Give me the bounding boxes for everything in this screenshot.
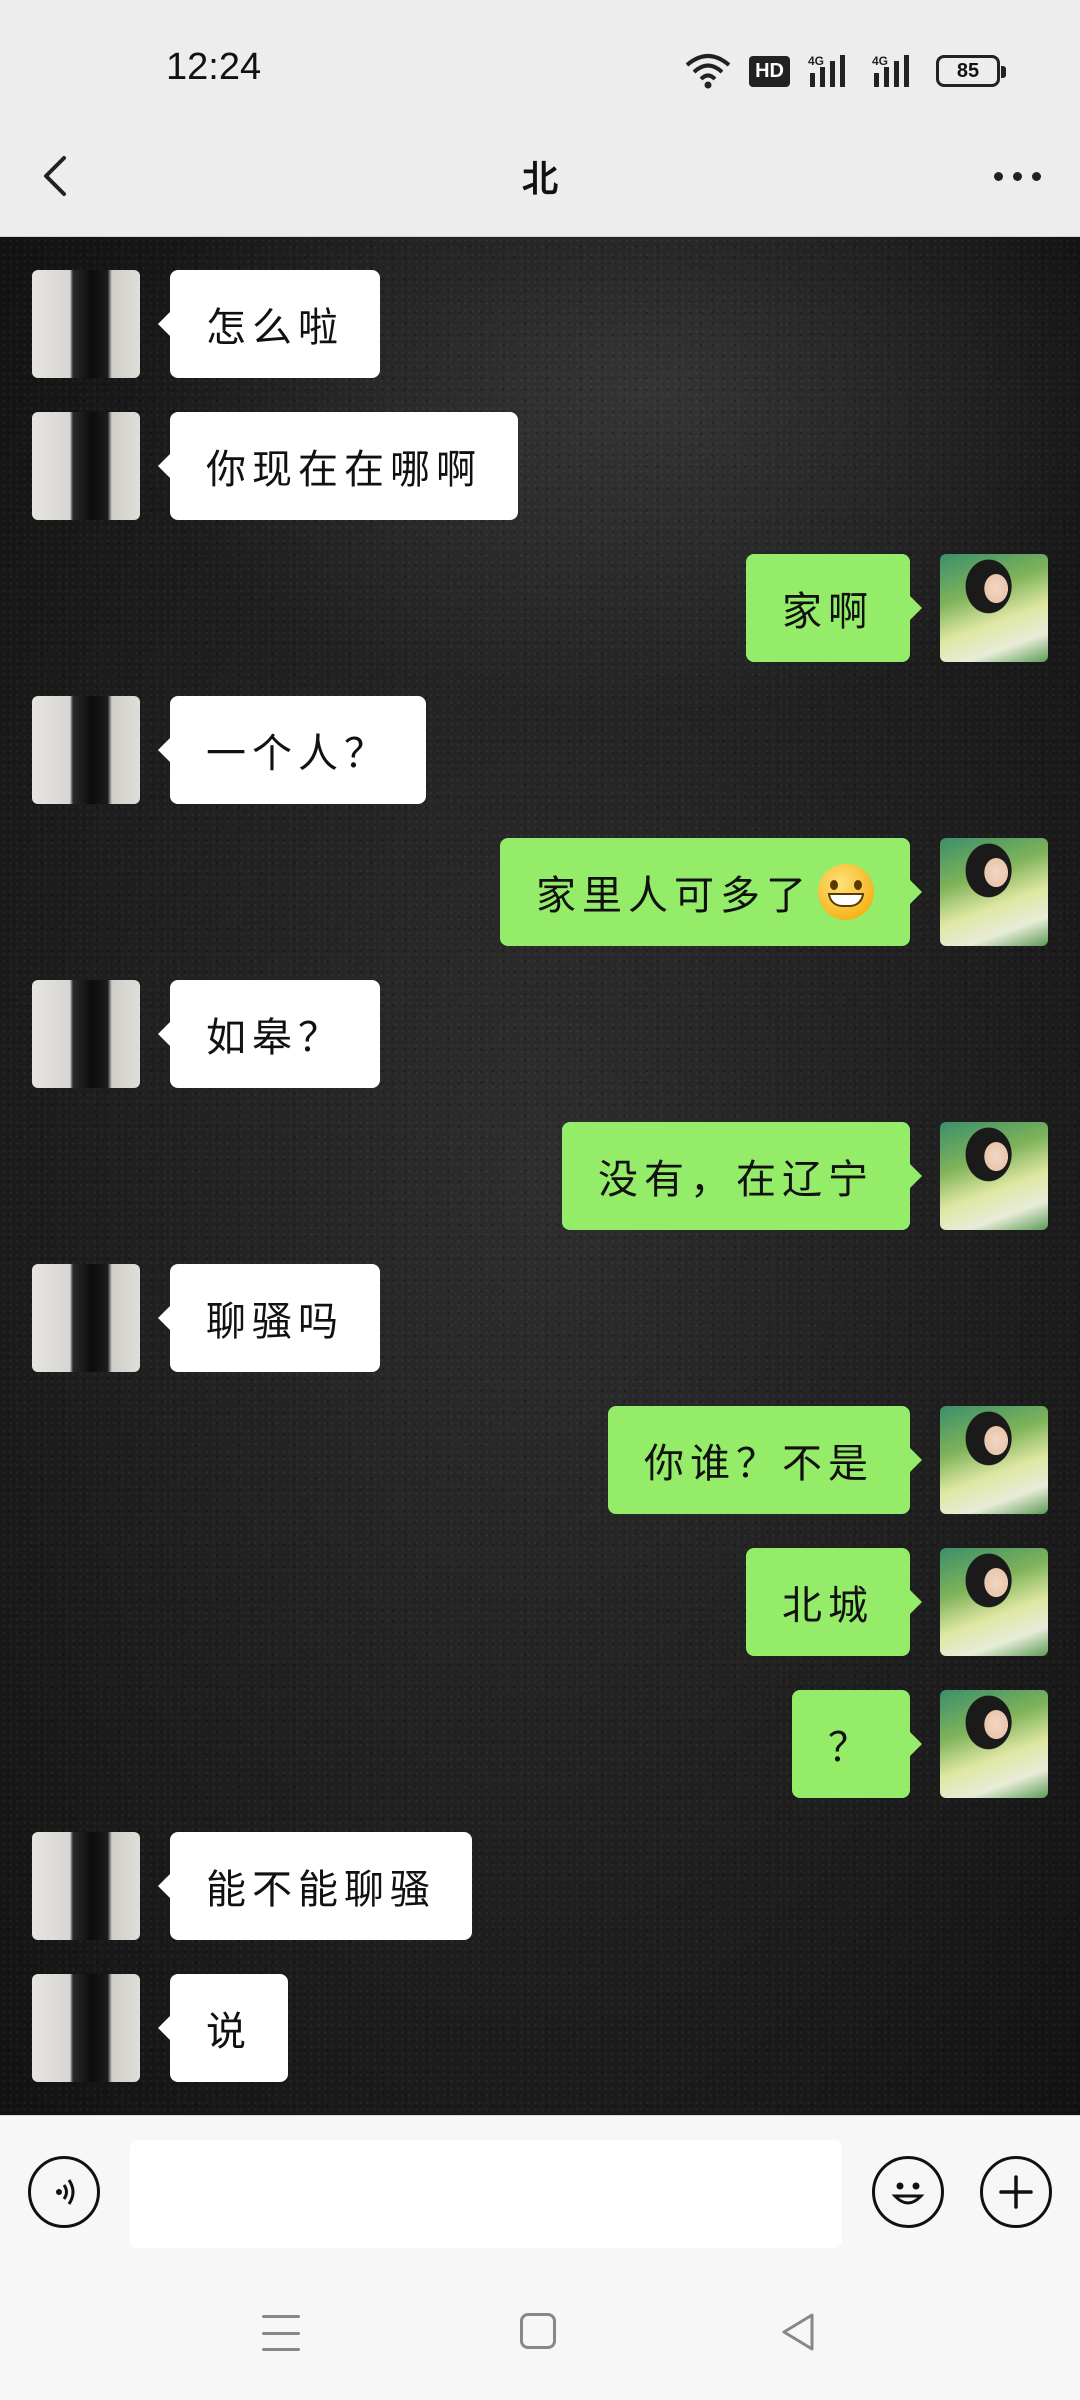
message-input[interactable] [130,2140,842,2248]
plus-icon [999,2175,1033,2209]
message-text: 你谁？不是 [644,1441,874,1487]
voice-button[interactable] [28,2156,100,2228]
received-message-bubble[interactable]: 说 [158,1974,288,2082]
contact-avatar[interactable] [32,1974,140,2082]
battery-indicator: 85 [936,55,1006,87]
message-row: 说 [0,1974,1080,2084]
my-avatar[interactable] [940,554,1048,662]
voice-icon [56,2179,75,2205]
received-message-bubble[interactable]: 你现在在哪啊 [158,412,518,520]
status-bar: 12:24 HD 4G 4G 85 [0,0,1080,140]
chat-title: 北 [521,159,558,200]
plus-button[interactable] [980,2156,1052,2228]
message-text: 家啊 [782,589,874,635]
grinning-face-emoji-icon [818,864,874,920]
message-text: 一个人？ [206,731,390,777]
svg-text:4G: 4G [872,54,888,68]
system-nav-bar [0,2275,1080,2400]
message-row: 怎么啦 [0,270,1080,380]
my-avatar[interactable] [940,1690,1048,1798]
message-row: 北城 [0,1548,1080,1658]
message-text: 你现在在哪啊 [206,447,482,493]
sent-message-bubble[interactable]: 没有，在辽宁 [562,1122,922,1230]
my-avatar[interactable] [940,838,1048,946]
message-row: 家里人可多了 [0,838,1080,948]
message-text: 说 [206,2009,252,2055]
message-text: ？ [828,1725,874,1771]
received-message-bubble[interactable]: 能不能聊骚 [158,1832,472,1940]
message-row: 家啊 [0,554,1080,664]
received-message-bubble[interactable]: 一个人？ [158,696,426,804]
sent-message-bubble[interactable]: 你谁？不是 [608,1406,922,1514]
message-text: 没有，在辽宁 [598,1157,874,1203]
message-text: 北城 [782,1583,874,1629]
svg-text:4G: 4G [808,54,824,68]
my-avatar[interactable] [940,1122,1048,1230]
message-row: 没有，在辽宁 [0,1122,1080,1232]
message-row: 聊骚吗 [0,1264,1080,1374]
sent-message-bubble[interactable]: 家里人可多了 [500,838,922,946]
status-time: 12:24 [166,46,262,88]
input-bar [0,2115,1080,2276]
message-text: 聊骚吗 [206,1299,344,1345]
nav-home-button[interactable] [520,2313,556,2349]
message-row: ？ [0,1690,1080,1800]
received-message-bubble[interactable]: 聊骚吗 [158,1264,380,1372]
contact-avatar[interactable] [32,696,140,804]
contact-avatar[interactable] [32,270,140,378]
wifi-icon [685,53,731,89]
message-row: 如皋？ [0,980,1080,1090]
my-avatar[interactable] [940,1406,1048,1514]
status-icons: HD 4G 4G 85 [685,48,1006,94]
message-text: 家里人可多了 [536,873,812,919]
received-message-bubble[interactable]: 如皋？ [158,980,380,1088]
contact-avatar[interactable] [32,412,140,520]
sent-message-bubble[interactable]: 北城 [746,1548,922,1656]
smile-icon [891,2182,925,2205]
more-options-button[interactable] [982,146,1052,206]
signal-4g-icon: 4G [808,53,854,89]
message-row: 你谁？不是 [0,1406,1080,1516]
sent-message-bubble[interactable]: ？ [792,1690,922,1798]
contact-avatar[interactable] [32,980,140,1088]
my-avatar[interactable] [940,1548,1048,1656]
message-row: 一个人？ [0,696,1080,806]
message-row: 能不能聊骚 [0,1832,1080,1942]
emoji-button[interactable] [872,2156,944,2228]
sent-message-bubble[interactable]: 家啊 [746,554,922,662]
message-text: 如皋？ [206,1015,344,1061]
message-text: 能不能聊骚 [206,1867,436,1913]
message-text: 怎么啦 [206,305,344,351]
nav-back-button[interactable] [778,2311,818,2353]
triangle-back-icon [782,2313,814,2351]
chat-header: 北 [0,120,1080,237]
nav-recents-button[interactable] [262,2315,300,2351]
signal-4g-icon-2: 4G [872,53,918,89]
contact-avatar[interactable] [32,1832,140,1940]
message-row: 你现在在哪啊 [0,412,1080,522]
chat-message-list[interactable]: 怎么啦你现在在哪啊家啊一个人？ 家里人可多了如皋？ 没有，在辽宁聊骚吗你谁？不是北城… [0,237,1080,2115]
contact-avatar[interactable] [32,1264,140,1372]
hd-badge: HD [749,55,790,87]
more-dots-icon [993,171,1003,181]
received-message-bubble[interactable]: 怎么啦 [158,270,380,378]
